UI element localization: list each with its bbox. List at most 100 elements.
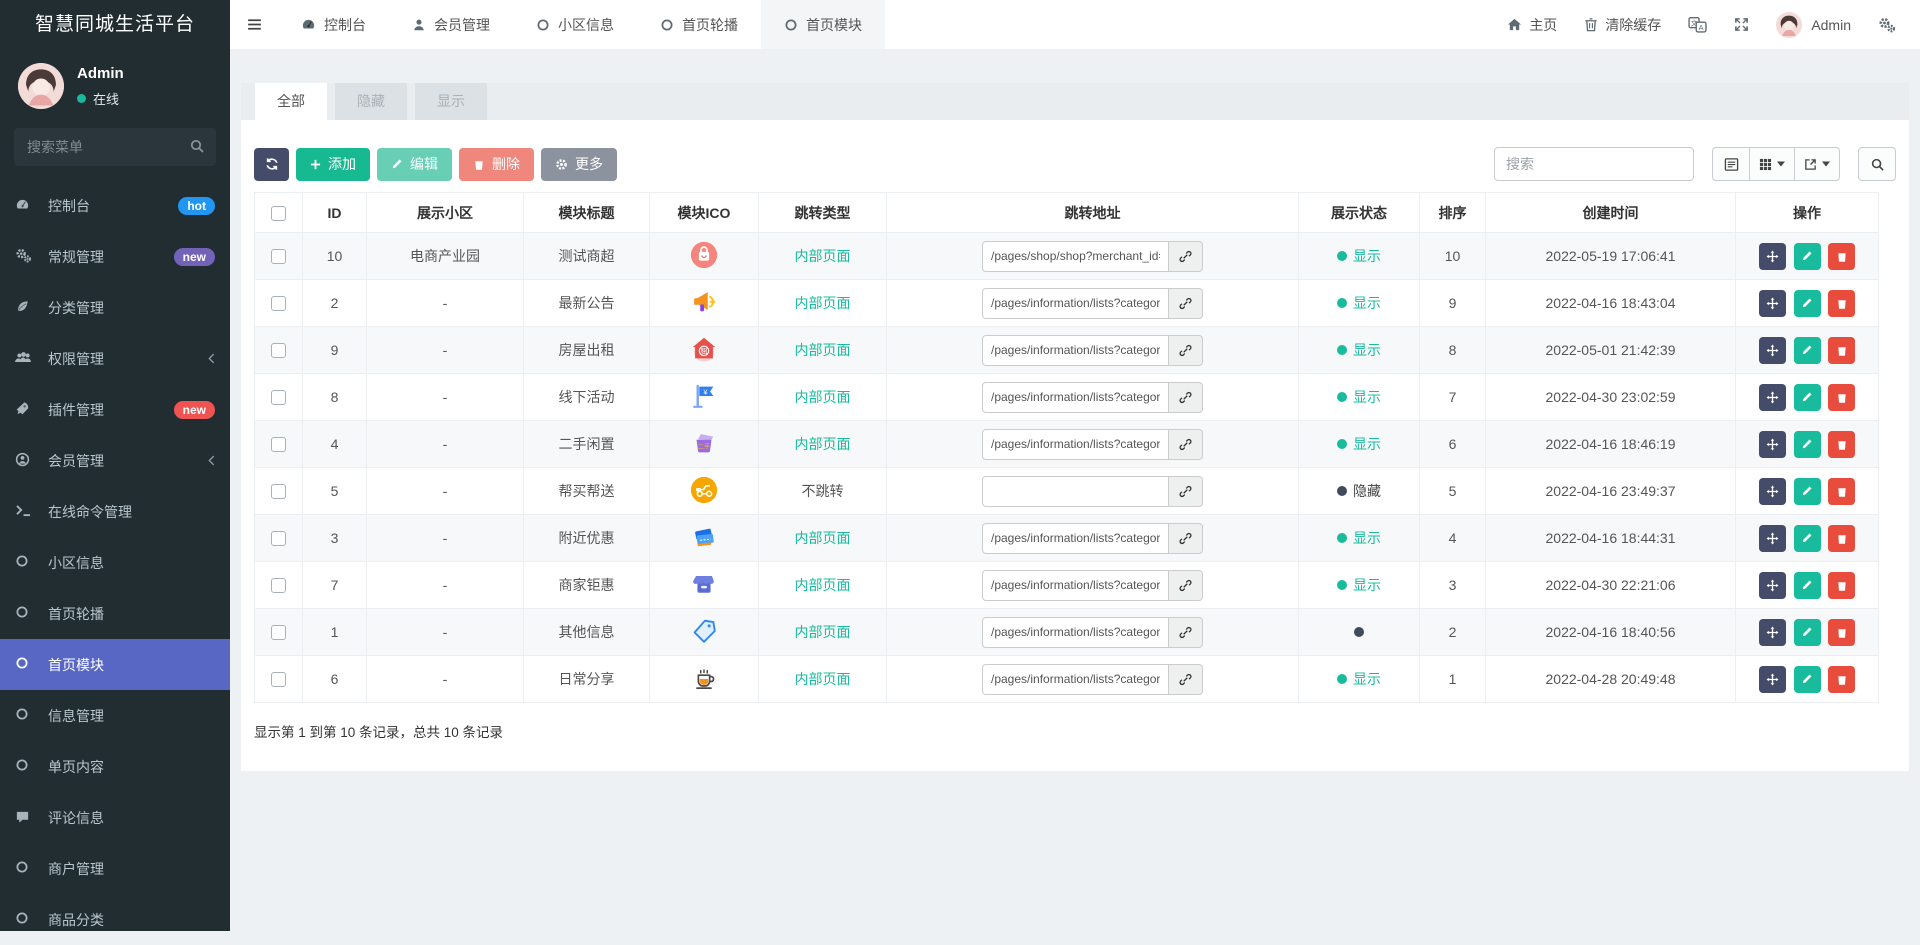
link-button[interactable] (1169, 617, 1203, 648)
columns-button[interactable] (1749, 147, 1795, 181)
row-checkbox[interactable] (271, 672, 286, 687)
row-edit-button[interactable] (1794, 619, 1821, 646)
move-button[interactable] (1759, 337, 1786, 364)
link-button[interactable] (1169, 523, 1203, 554)
move-button[interactable] (1759, 290, 1786, 317)
move-button[interactable] (1759, 619, 1786, 646)
sidebar-item[interactable]: 插件管理 new (0, 384, 230, 435)
link-button[interactable] (1169, 288, 1203, 319)
sidebar-item[interactable]: 商户管理 (0, 843, 230, 894)
sidebar-item[interactable]: 会员管理 (0, 435, 230, 486)
sidebar-item[interactable]: 商品分类 (0, 894, 230, 945)
hamburger-icon[interactable] (230, 0, 278, 49)
row-checkbox[interactable] (271, 343, 286, 358)
jump-url-input[interactable] (982, 241, 1169, 272)
language-icon[interactable]: 文A (1688, 16, 1707, 33)
row-edit-button[interactable] (1794, 384, 1821, 411)
row-edit-button[interactable] (1794, 666, 1821, 693)
select-all-checkbox[interactable] (271, 206, 286, 221)
row-delete-button[interactable] (1828, 666, 1855, 693)
edit-button[interactable]: 编辑 (377, 148, 452, 181)
sidebar-item[interactable]: 分类管理 (0, 282, 230, 333)
settings-cogs-icon[interactable] (1878, 17, 1896, 33)
sidebar-item[interactable]: 首页模块 (0, 639, 230, 690)
topbar-tab[interactable]: 首页模块 (761, 0, 885, 49)
row-checkbox[interactable] (271, 390, 286, 405)
link-button[interactable] (1169, 382, 1203, 413)
row-checkbox[interactable] (271, 625, 286, 640)
sidebar-item[interactable]: 在线命令管理 (0, 486, 230, 537)
sidebar-item[interactable]: 首页轮播 (0, 588, 230, 639)
menu-search-input[interactable] (14, 128, 216, 166)
link-button[interactable] (1169, 335, 1203, 366)
row-edit-button[interactable] (1794, 290, 1821, 317)
row-checkbox[interactable] (271, 531, 286, 546)
link-button[interactable] (1169, 429, 1203, 460)
row-checkbox[interactable] (271, 484, 286, 499)
sidebar-item[interactable]: 控制台 hot (0, 180, 230, 231)
fullscreen-icon[interactable] (1734, 17, 1749, 32)
jump-url-input[interactable] (982, 288, 1169, 319)
row-delete-button[interactable] (1828, 290, 1855, 317)
row-edit-button[interactable] (1794, 243, 1821, 270)
jump-url-input[interactable] (982, 617, 1169, 648)
more-button[interactable]: 更多 (541, 148, 617, 181)
move-button[interactable] (1759, 431, 1786, 458)
detail-view-button[interactable] (1712, 147, 1750, 181)
filter-tab[interactable]: 隐藏 (335, 83, 407, 120)
sidebar-item[interactable]: 单页内容 (0, 741, 230, 792)
move-button[interactable] (1759, 572, 1786, 599)
row-delete-button[interactable] (1828, 572, 1855, 599)
row-edit-button[interactable] (1794, 525, 1821, 552)
topbar-tab[interactable]: 小区信息 (513, 0, 637, 49)
filter-tab[interactable]: 显示 (415, 83, 487, 120)
row-delete-button[interactable] (1828, 431, 1855, 458)
move-button[interactable] (1759, 666, 1786, 693)
jump-url-input[interactable] (982, 570, 1169, 601)
row-delete-button[interactable] (1828, 478, 1855, 505)
sidebar-item[interactable]: 信息管理 (0, 690, 230, 741)
row-checkbox[interactable] (271, 296, 286, 311)
jump-url-input[interactable] (982, 664, 1169, 695)
user-menu[interactable]: Admin (1776, 12, 1851, 38)
refresh-button[interactable] (254, 148, 289, 181)
jump-url-input[interactable] (982, 523, 1169, 554)
jump-url-input[interactable] (982, 429, 1169, 460)
row-edit-button[interactable] (1794, 572, 1821, 599)
move-button[interactable] (1759, 384, 1786, 411)
topbar-tab[interactable]: 会员管理 (389, 0, 513, 49)
sidebar-item[interactable]: 常规管理 new (0, 231, 230, 282)
link-button[interactable] (1169, 570, 1203, 601)
jump-url-input[interactable] (982, 476, 1169, 507)
topbar-tab[interactable]: 控制台 (278, 0, 389, 49)
sidebar-item[interactable]: 小区信息 (0, 537, 230, 588)
link-button[interactable] (1169, 664, 1203, 695)
add-button[interactable]: 添加 (296, 148, 370, 181)
filter-tab[interactable]: 全部 (255, 83, 327, 120)
move-button[interactable] (1759, 243, 1786, 270)
link-button[interactable] (1169, 241, 1203, 272)
jump-url-input[interactable] (982, 382, 1169, 413)
row-checkbox[interactable] (271, 437, 286, 452)
sidebar-item[interactable]: 权限管理 (0, 333, 230, 384)
topbar-tab[interactable]: 首页轮播 (637, 0, 761, 49)
row-edit-button[interactable] (1794, 478, 1821, 505)
home-link[interactable]: 主页 (1507, 15, 1557, 35)
delete-button[interactable]: 删除 (459, 148, 534, 181)
move-button[interactable] (1759, 525, 1786, 552)
sidebar-item[interactable]: 评论信息 (0, 792, 230, 843)
move-button[interactable] (1759, 478, 1786, 505)
row-delete-button[interactable] (1828, 384, 1855, 411)
export-button[interactable] (1794, 147, 1840, 181)
row-delete-button[interactable] (1828, 619, 1855, 646)
table-search-input[interactable] (1494, 147, 1694, 181)
clear-cache-link[interactable]: 清除缓存 (1584, 15, 1661, 35)
row-edit-button[interactable] (1794, 431, 1821, 458)
link-button[interactable] (1169, 476, 1203, 507)
row-delete-button[interactable] (1828, 525, 1855, 552)
jump-url-input[interactable] (982, 335, 1169, 366)
row-delete-button[interactable] (1828, 243, 1855, 270)
search-button[interactable] (1858, 147, 1896, 181)
row-checkbox[interactable] (271, 249, 286, 264)
row-checkbox[interactable] (271, 578, 286, 593)
